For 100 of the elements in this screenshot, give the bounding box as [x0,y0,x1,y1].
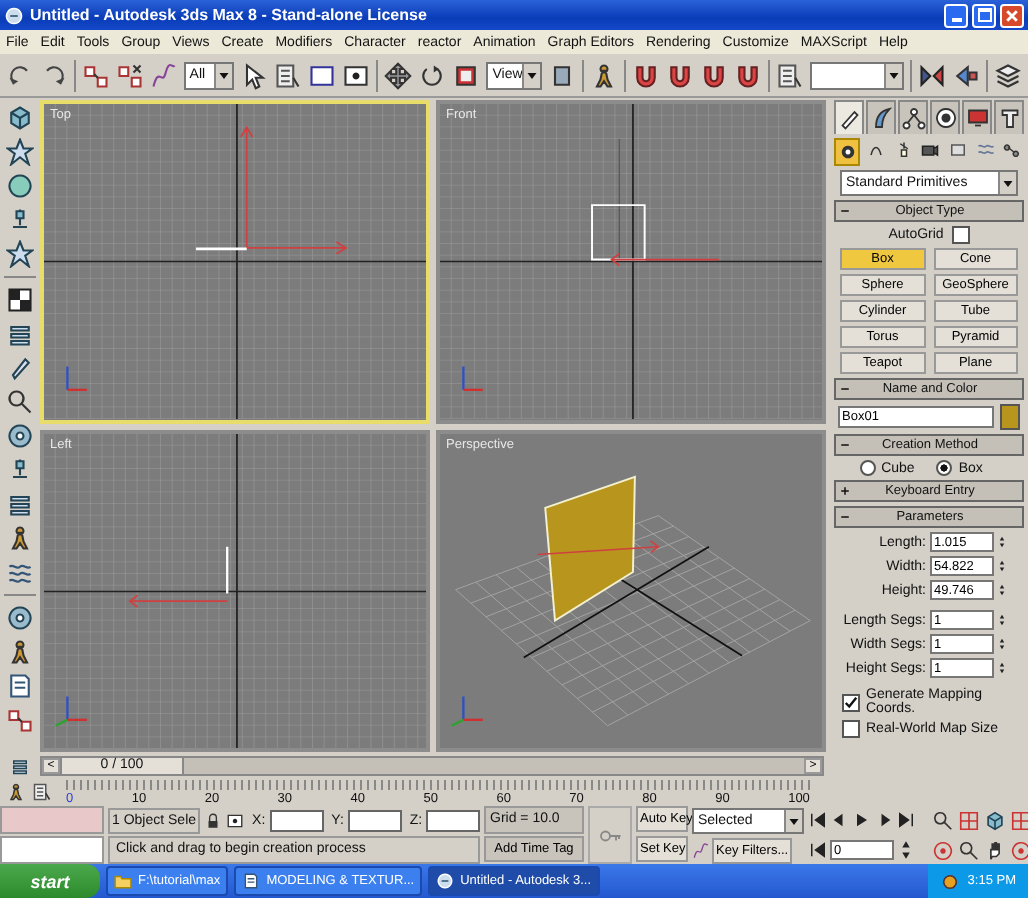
lock-icon[interactable] [204,811,223,829]
layers-icon[interactable] [993,61,1022,89]
hand-icon[interactable] [984,839,1006,861]
document-icon[interactable] [6,672,34,700]
minimize-icon[interactable] [951,18,961,22]
stack-icon[interactable] [6,320,34,348]
color-swatch[interactable] [1000,404,1020,430]
pencil-icon[interactable] [837,106,861,130]
checker-icon[interactable] [6,286,34,314]
magnet-icon[interactable] [699,61,728,89]
caret-icon[interactable] [1002,178,1014,190]
list-icon[interactable] [775,61,804,89]
go-to-start-icon[interactable] [808,810,828,830]
magnet-icon[interactable] [733,61,762,89]
named-selection-dropdown[interactable] [809,61,905,89]
figure-icon[interactable] [6,524,34,552]
zoom-icon[interactable] [958,839,980,861]
go-to-start-icon[interactable] [808,840,828,860]
stack-icon[interactable] [6,490,34,518]
coordinate-field[interactable] [269,809,324,831]
spinner-arrows-icon[interactable] [996,658,1008,678]
spinner-arrows-icon[interactable] [996,556,1008,576]
maximize-icon[interactable] [977,8,991,22]
axis-tripod-icon [55,695,87,726]
script-listener-field[interactable] [0,806,104,834]
document-icon[interactable] [242,872,261,890]
stack-icon[interactable] [10,756,30,776]
panel-tab[interactable] [994,100,1024,134]
figure-icon[interactable] [6,638,34,666]
spinner-arrows-icon[interactable] [996,610,1008,630]
gear-icon[interactable] [6,604,34,632]
coordinate-field[interactable] [347,809,402,831]
window-select-icon[interactable] [342,61,371,89]
star-icon[interactable] [6,240,34,268]
minimize-button[interactable] [944,3,968,27]
spinner-arrows-icon[interactable] [896,840,916,860]
magnet-icon[interactable] [665,61,694,89]
squiggle-icon[interactable] [149,61,178,89]
zoom-icon[interactable] [6,388,34,416]
cursor-icon[interactable] [240,61,269,89]
minus-icon [840,206,850,216]
axis-tripod-icon [462,366,483,391]
gear-icon[interactable] [6,422,34,450]
tube-icon[interactable] [6,354,34,382]
go-to-end-icon[interactable] [896,810,916,830]
star-icon[interactable] [6,138,34,166]
caret-icon[interactable] [888,69,901,81]
axis-tripod-icon [451,695,483,726]
radio-button[interactable] [859,460,876,476]
spinner-arrows-icon[interactable] [996,580,1008,600]
window-title: Untitled - Autodesk 3ds Max 8 - Stand-alone License [30,6,429,24]
list-icon[interactable] [274,61,303,89]
zoom-extents-icon[interactable] [1010,809,1028,831]
caret-icon[interactable] [788,815,800,827]
cube-icon[interactable] [984,809,1006,831]
app-icon[interactable] [436,872,455,890]
play-icon[interactable] [852,810,872,830]
folder-icon[interactable] [114,872,132,890]
checkbox[interactable] [842,693,860,711]
start-button[interactable]: start [0,864,100,898]
checkbox[interactable] [951,226,970,244]
hammer-icon[interactable] [997,106,1021,130]
panel-tab[interactable] [898,100,928,134]
monitor-icon[interactable] [965,106,989,130]
spinner-arrows-icon[interactable] [996,634,1008,654]
key-mode-toggle[interactable] [588,806,632,864]
panel-tab[interactable] [930,100,960,134]
scale-icon[interactable] [452,61,481,89]
list-icon[interactable] [32,782,52,802]
figure-icon[interactable] [590,61,619,89]
script-output-field[interactable] [0,836,104,864]
zoom-icon[interactable] [932,809,954,831]
panel-tab[interactable] [866,100,896,134]
move-icon[interactable] [384,61,413,89]
figure-icon[interactable] [6,782,26,802]
rectangle-select-icon[interactable] [308,61,337,89]
spinner-arrows-icon[interactable] [996,532,1008,552]
link-icon[interactable] [6,706,34,734]
link-icon[interactable] [81,61,110,89]
maximize-button[interactable] [972,3,996,27]
window-select-icon[interactable] [226,811,245,829]
panel-tab[interactable] [834,100,864,134]
caret-icon[interactable] [218,69,231,81]
wheel-icon[interactable] [933,106,957,130]
checkbox[interactable] [842,720,860,738]
sphere-icon[interactable] [6,172,34,200]
magnet-icon[interactable] [631,61,660,89]
unlink-icon[interactable] [115,61,144,89]
align-icon[interactable] [952,61,981,89]
caret-icon[interactable] [526,69,539,81]
box-with-axes-drawing [128,545,229,607]
hierarchy-icon[interactable] [901,106,925,130]
bent-arrow-icon[interactable] [869,106,893,130]
radio-button[interactable] [936,460,953,476]
coordinate-field[interactable] [426,809,481,831]
rotate-icon[interactable] [418,61,447,89]
cube-icon[interactable] [6,104,34,132]
squiggle-icon[interactable] [692,841,710,859]
panel-tab[interactable] [962,100,992,134]
mirror-icon[interactable] [918,61,947,89]
